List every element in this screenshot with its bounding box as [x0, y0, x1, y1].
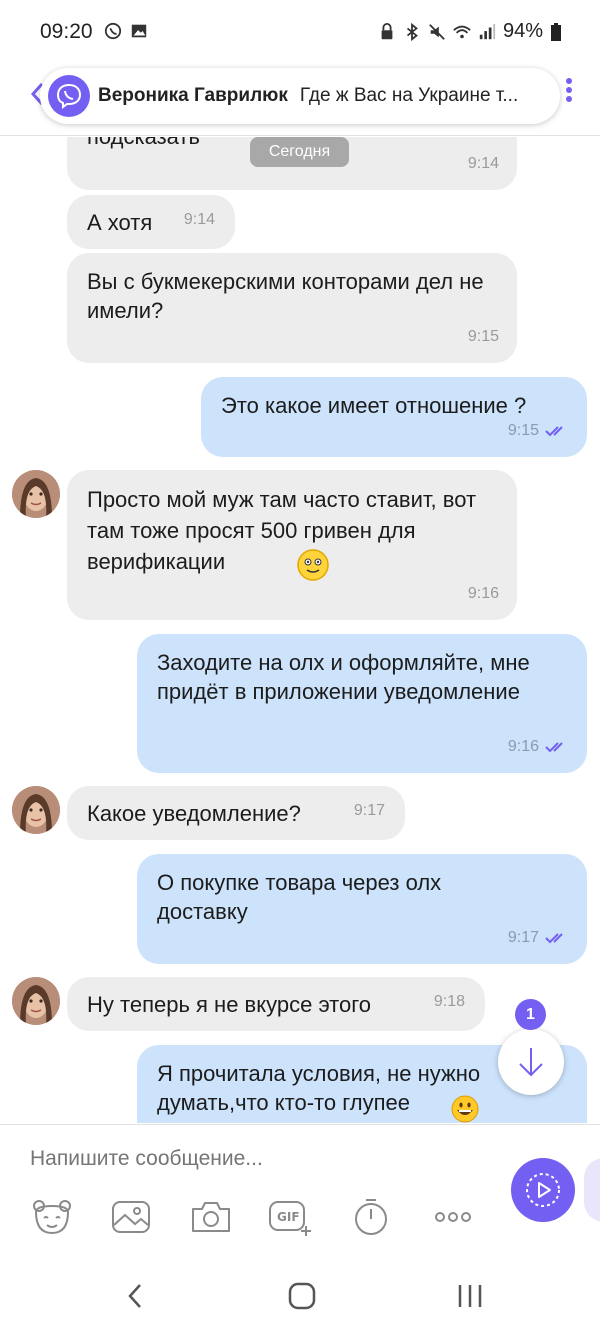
image-notification-icon — [131, 24, 147, 38]
message-time: 9:14 — [183, 211, 215, 228]
viber-notification-icon — [104, 22, 122, 40]
camera-icon[interactable] — [188, 1197, 234, 1237]
more-icon[interactable] — [430, 1197, 476, 1237]
bluetooth-icon — [406, 22, 418, 41]
nav-recents-icon[interactable] — [450, 1278, 490, 1314]
message-bubble-incoming[interactable]: Ну теперь я не вкурсе этого 9:18 — [67, 977, 485, 1031]
send-video-message-button[interactable] — [511, 1158, 575, 1222]
message-list[interactable]: подсказать 9:14 Сегодня А хотя 9:14 Вы с… — [0, 137, 600, 1123]
mute-icon — [429, 23, 445, 40]
message-time: 9:15 — [467, 328, 499, 345]
message-bubble-incoming[interactable]: Какое уведомление? 9:17 — [67, 786, 405, 840]
timer-icon[interactable] — [348, 1197, 394, 1237]
secondary-action-peek[interactable] — [584, 1158, 600, 1222]
message-bubble-incoming[interactable]: Вы с букмекерскими конторами дел не имел… — [67, 253, 517, 363]
message-time: 9:14 — [467, 155, 499, 172]
contact-name: Вероника Гаврилюк — [98, 85, 288, 106]
smiley-emoji-icon — [297, 549, 329, 581]
message-text: Ну теперь я не вкурсе этого — [87, 992, 372, 1017]
more-vertical-icon[interactable] — [565, 78, 573, 108]
composer: GIF — [0, 1124, 600, 1254]
gif-icon[interactable]: GIF — [268, 1197, 314, 1237]
battery-icon — [551, 22, 561, 41]
scroll-to-bottom-button[interactable] — [498, 1029, 564, 1095]
message-text: А хотя — [87, 210, 153, 235]
viber-logo-icon — [48, 75, 90, 117]
signal-icon — [479, 23, 496, 39]
message-time: 9:17 — [507, 929, 539, 946]
message-input[interactable] — [30, 1147, 470, 1171]
read-checkmarks-icon — [545, 425, 563, 436]
message-time: 9:17 — [353, 802, 385, 819]
contact-avatar[interactable] — [12, 786, 60, 834]
svg-text:GIF: GIF — [277, 1210, 300, 1224]
message-text: Вы с букмекерскими конторами дел не имел… — [87, 269, 484, 323]
nav-back-icon[interactable] — [115, 1278, 155, 1314]
message-text: О покупке товара через олх доставку — [157, 870, 442, 924]
message-text: Просто мой муж там часто ставит, вот там… — [87, 487, 477, 574]
message-text: подсказать — [87, 137, 200, 151]
last-message-snippet: Где ж Вас на Украине т... — [299, 85, 519, 106]
contact-avatar[interactable] — [12, 977, 60, 1025]
message-time: 9:16 — [467, 585, 499, 602]
arrow-down-icon — [519, 1048, 543, 1077]
message-bubble-outgoing[interactable]: Это какое имеет отношение ? 9:15 — [201, 377, 587, 457]
read-checkmarks-icon — [545, 932, 563, 943]
nav-home-icon[interactable] — [282, 1278, 322, 1314]
lock-icon — [381, 22, 393, 39]
wifi-icon — [453, 25, 471, 38]
message-bubble-incoming[interactable]: А хотя 9:14 — [67, 195, 235, 249]
message-bubble-outgoing[interactable]: О покупке товара через олх доставку 9:17 — [137, 854, 587, 964]
system-nav-bar — [0, 1254, 600, 1332]
status-time: 09:20 — [40, 20, 93, 43]
contact-avatar[interactable] — [12, 470, 60, 518]
sticker-icon[interactable] — [29, 1197, 75, 1237]
chat-header: Вероника Гаврилюк Где ж Вас на Украине т… — [0, 64, 600, 136]
gallery-icon[interactable] — [108, 1197, 154, 1237]
message-time: 9:18 — [433, 993, 465, 1010]
date-badge: Сегодня — [250, 137, 349, 167]
contact-pill[interactable]: Вероника Гаврилюк Где ж Вас на Украине т… — [40, 68, 560, 124]
message-time: 9:16 — [507, 738, 539, 755]
message-bubble-outgoing[interactable]: Заходите на олх и оформляйте, мне придёт… — [137, 634, 587, 773]
battery-percent: 94% — [502, 20, 543, 42]
message-time: 9:15 — [507, 422, 539, 439]
play-circle-icon — [526, 1173, 560, 1207]
grinning-emoji-icon — [451, 1095, 479, 1123]
message-text: Заходите на олх и оформляйте, мне придёт… — [157, 650, 530, 704]
message-bubble-incoming[interactable]: Просто мой муж там часто ставит, вот там… — [67, 470, 517, 620]
status-bar: 09:20 94% — [0, 0, 600, 64]
message-text: Какое уведомление? — [87, 801, 301, 826]
unread-count-badge: 1 — [515, 999, 546, 1030]
read-checkmarks-icon — [545, 741, 563, 752]
